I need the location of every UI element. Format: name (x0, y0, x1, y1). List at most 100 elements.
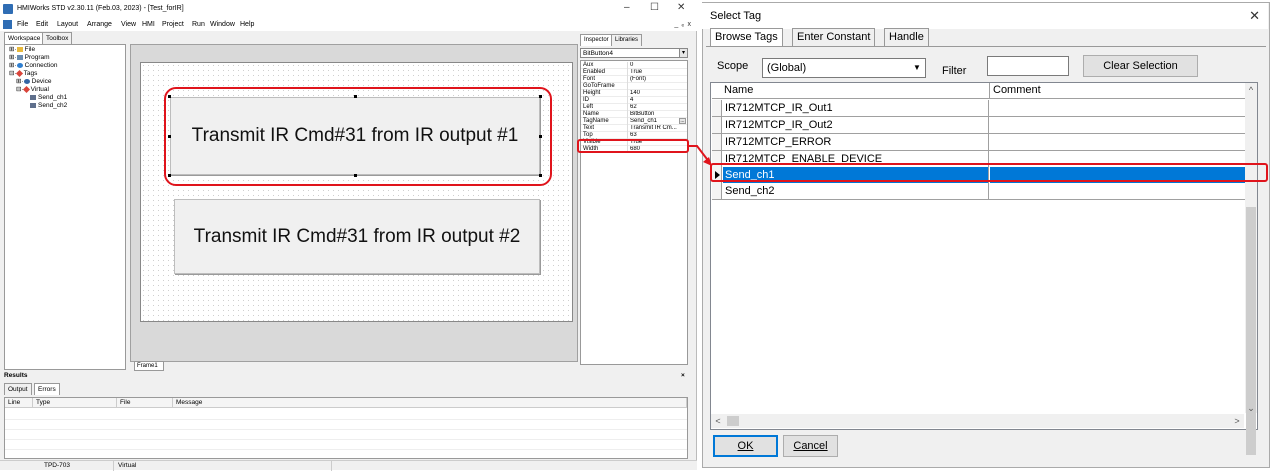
tab-errors[interactable]: Errors (34, 383, 60, 395)
tab-toolbox[interactable]: Toolbox (42, 32, 73, 44)
scope-select[interactable]: (Global) ▼ (762, 58, 926, 78)
tag-name: Send_ch2 (723, 183, 989, 199)
prop-row-height[interactable]: Height 140 (581, 90, 687, 97)
tree-item-device[interactable]: ⊞· Device (16, 78, 52, 85)
col-comment[interactable]: Comment (990, 83, 1245, 99)
filter-input[interactable] (987, 56, 1069, 76)
chevron-down-icon[interactable]: ▼ (911, 61, 923, 75)
selected-object: BitButton4 (583, 50, 613, 57)
scroll-thumb[interactable] (727, 416, 739, 426)
prop-row-left[interactable]: Left 62 (581, 104, 687, 111)
vertical-scrollbar[interactable]: ^ ⌄ (1245, 83, 1257, 455)
tree-item-send-ch1[interactable]: Send_ch1 (30, 94, 67, 101)
col-file[interactable]: File (117, 398, 173, 408)
tag-row[interactable]: IR712MTCP_IR_Out1 (712, 100, 1245, 117)
col-message[interactable]: Message (173, 398, 687, 408)
tree-item-tags[interactable]: ⊟· Tags (9, 69, 37, 77)
tree-item-connection[interactable]: ⊞· Connection (9, 62, 58, 69)
prop-key: Text (583, 125, 595, 131)
tree-item-file[interactable]: ⊞· File (9, 46, 35, 53)
menu-help[interactable]: Help (240, 18, 254, 31)
tab-inspector[interactable]: Inspector (580, 34, 613, 46)
dialog-close-button[interactable]: ✕ (1249, 3, 1260, 29)
menu-layout[interactable]: Layout (57, 18, 78, 31)
tab-libraries[interactable]: Libraries (611, 34, 643, 46)
menu-run[interactable]: Run (192, 18, 205, 31)
bit-button-ch2[interactable]: Transmit IR Cmd#31 from IR output #2 (174, 199, 540, 274)
prop-key: Font (583, 76, 596, 82)
tab-enter-constant[interactable]: Enter Constant (792, 28, 876, 46)
prop-value[interactable]: True (630, 69, 685, 76)
tree-item-virtual[interactable]: ⊟· Virtual (16, 85, 49, 93)
menu-file[interactable]: File (17, 18, 28, 31)
tab-output[interactable]: Output (4, 383, 32, 395)
prop-value[interactable]: (Font) (630, 76, 685, 83)
horizontal-scrollbar[interactable]: < > (711, 414, 1244, 428)
prop-value[interactable]: 140 (630, 90, 685, 97)
col-type[interactable]: Type (33, 398, 117, 408)
expand-icon[interactable]: ⊞· (9, 46, 17, 53)
menu-view[interactable]: View (121, 18, 136, 31)
close-button[interactable]: ✕ (677, 0, 685, 16)
chevron-down-icon[interactable]: ▾ (679, 49, 687, 57)
prop-row-name[interactable]: Name BitButton (581, 111, 687, 118)
menu-window[interactable]: Window (210, 18, 235, 31)
device-icon (23, 78, 30, 84)
prop-value[interactable]: 0 (630, 62, 685, 69)
tag-row[interactable]: IR712MTCP_IR_Out2 (712, 117, 1245, 134)
scroll-thumb[interactable] (1246, 207, 1256, 455)
prop-key: GoToFrame (583, 83, 615, 89)
filter-label: Filter (942, 65, 967, 77)
cancel-button[interactable]: Cancel (783, 435, 838, 457)
prop-key: Top (583, 132, 593, 138)
menu-hmi[interactable]: HMI (142, 18, 155, 31)
ok-button[interactable]: OK (713, 435, 778, 457)
prop-value[interactable]: BitButton (630, 111, 685, 118)
prop-row-font[interactable]: Font (Font) (581, 76, 687, 83)
prop-row-enabled[interactable]: Enabled True (581, 69, 687, 76)
results-title: Results (4, 372, 28, 379)
mdi-controls[interactable]: _ ₑ x (674, 18, 691, 31)
prop-row-top[interactable]: Top 63 (581, 132, 687, 139)
col-line[interactable]: Line (5, 398, 33, 408)
menu-arrange[interactable]: Arrange (87, 18, 112, 31)
tree-item-send-ch2[interactable]: Send_ch2 (30, 102, 67, 109)
scroll-right-icon[interactable]: > (1230, 414, 1244, 428)
browse-tag-button[interactable]: ... (679, 118, 686, 124)
menu-project[interactable]: Project (162, 18, 184, 31)
minimize-button[interactable]: – (624, 0, 630, 16)
menu-edit[interactable]: Edit (36, 18, 48, 31)
object-selector[interactable]: BitButton4 ▾ (580, 48, 688, 58)
expand-icon[interactable]: ⊞· (9, 54, 17, 61)
clear-selection-button[interactable]: Clear Selection (1083, 55, 1198, 77)
prop-row-aux[interactable]: Aux 0 (581, 62, 687, 69)
close-icon[interactable]: × (681, 371, 685, 381)
prop-value[interactable]: Send_ch1 (630, 118, 685, 125)
program-icon (16, 54, 23, 60)
tag-row[interactable]: Send_ch2 (712, 183, 1245, 200)
scroll-left-icon[interactable]: < (711, 414, 725, 428)
tree-label: Send_ch1 (38, 94, 68, 101)
prop-value[interactable]: 4 (630, 97, 685, 104)
prop-value[interactable]: 62 (630, 104, 685, 111)
col-name[interactable]: Name (712, 83, 990, 99)
prop-value[interactable]: 63 (630, 132, 685, 139)
tab-browse-tags[interactable]: Browse Tags (710, 28, 783, 46)
scroll-up-icon[interactable]: ^ (1245, 83, 1257, 97)
tab-frame1[interactable]: Frame1 (134, 361, 164, 371)
tag-comment (990, 134, 1245, 150)
maximize-button[interactable]: ☐ (650, 0, 659, 16)
tag-row[interactable]: IR712MTCP_ERROR (712, 134, 1245, 151)
prop-value[interactable]: Transmit IR Cm... (630, 125, 685, 132)
tab-workspace[interactable]: Workspace (4, 32, 45, 44)
tab-handle[interactable]: Handle (884, 28, 929, 46)
prop-row-gotoframe[interactable]: GoToFrame (581, 83, 687, 90)
tree-item-program[interactable]: ⊞· Program (9, 54, 50, 61)
tag-name: IR712MTCP_IR_Out1 (723, 100, 989, 116)
prop-row-id[interactable]: ID 4 (581, 97, 687, 104)
expand-icon[interactable]: ⊞· (16, 78, 24, 85)
expand-icon[interactable]: ⊞· (9, 62, 17, 69)
prop-row-tagname[interactable]: TagName Send_ch1... (581, 118, 687, 125)
scroll-down-icon[interactable]: ⌄ (1245, 401, 1257, 415)
prop-row-text[interactable]: Text Transmit IR Cm... (581, 125, 687, 132)
